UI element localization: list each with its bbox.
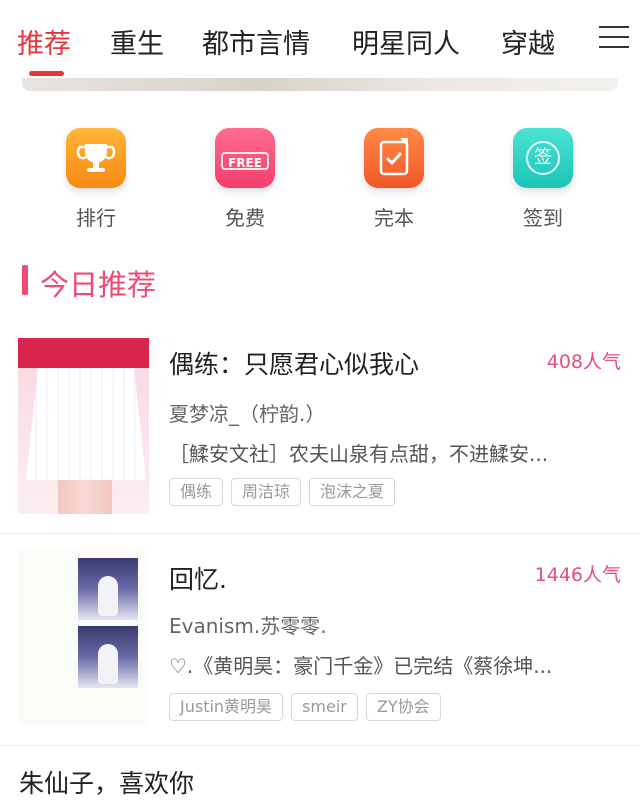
- book-description: ♡.《黄明昊：豪门千金》已完结《蔡徐坤...: [169, 654, 553, 678]
- entry-sign-in[interactable]: 签 签到: [503, 128, 583, 231]
- entry-free-label: 免费: [225, 206, 265, 230]
- tab-celebrity-fanfic[interactable]: 明星同人: [352, 22, 460, 61]
- book-popularity: 408人气: [546, 351, 621, 373]
- book-author: Evanism.苏零零.: [169, 614, 327, 638]
- trophy-icon: [66, 128, 126, 188]
- tab-recommend[interactable]: 推荐: [17, 22, 71, 61]
- book-item[interactable]: 回忆. 1446人气 Evanism.苏零零. ♡.《黄明昊：豪门千金》已完结《…: [0, 550, 640, 726]
- sign-badge-text: 签: [526, 141, 560, 175]
- entry-sign-in-label: 签到: [523, 206, 563, 230]
- entry-completed[interactable]: 完本: [354, 128, 434, 231]
- divider: [0, 745, 640, 746]
- book-tags: 偶练 周洁琼 泡沫之夏: [169, 478, 396, 506]
- free-badge-text: FREE: [221, 152, 269, 170]
- book-cover-image: [18, 338, 149, 514]
- free-tag-icon: FREE: [215, 128, 275, 188]
- book-item[interactable]: 偶练：只愿君心似我心 408人气 夏梦凉_（柠韵.） ［鰇安文社］农夫山泉有点甜…: [0, 338, 640, 514]
- tab-time-travel[interactable]: 穿越: [501, 22, 555, 61]
- book-title: 回忆.: [169, 565, 227, 594]
- book-cover-image: [18, 550, 149, 726]
- section-title: 今日推荐: [40, 268, 157, 302]
- book-popularity: 1446人气: [534, 564, 621, 586]
- top-tab-bar: 推荐 重生 都市言情 明星同人 穿越: [0, 0, 640, 78]
- tag-chip[interactable]: smeir: [291, 693, 358, 721]
- checkmark-book-icon: [364, 128, 424, 188]
- tag-chip[interactable]: 周洁琼: [231, 478, 302, 506]
- tag-chip[interactable]: Justin黄明昊: [169, 693, 284, 721]
- tab-urban-romance[interactable]: 都市言情: [202, 22, 310, 61]
- entry-free[interactable]: FREE 免费: [205, 128, 285, 231]
- book-description: ［鰇安文社］农夫山泉有点甜，不进鰇安...: [169, 442, 549, 466]
- tab-rebirth[interactable]: 重生: [110, 22, 164, 61]
- tag-chip[interactable]: ZY协会: [365, 693, 441, 721]
- book-tags: Justin黄明昊 smeir ZY协会: [169, 693, 441, 721]
- active-tab-indicator: [29, 71, 64, 76]
- divider: [0, 533, 640, 534]
- sign-in-icon: 签: [513, 128, 573, 188]
- tag-chip[interactable]: 偶练: [169, 478, 224, 506]
- book-title: 偶练：只愿君心似我心: [169, 350, 420, 379]
- entry-completed-label: 完本: [374, 206, 414, 230]
- section-accent-bar: [22, 265, 28, 295]
- book-title[interactable]: 朱仙子，喜欢你: [19, 764, 194, 800]
- banner-carousel[interactable]: [22, 78, 618, 91]
- entry-ranking-label: 排行: [76, 206, 116, 230]
- tag-chip[interactable]: 泡沫之夏: [309, 478, 396, 506]
- hamburger-menu-icon[interactable]: [599, 24, 629, 50]
- entry-ranking[interactable]: 排行: [56, 128, 136, 231]
- book-author: 夏梦凉_（柠韵.）: [169, 402, 326, 426]
